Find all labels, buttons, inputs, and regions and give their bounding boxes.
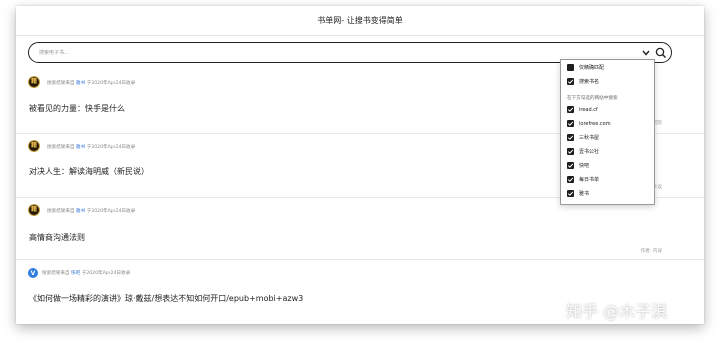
meta-prefix: 搜索结果来自 bbox=[47, 81, 75, 86]
result-title[interactable]: 被看见的力量：快手是什么 bbox=[29, 103, 125, 114]
search-title-option[interactable]: 搜索书名 bbox=[567, 78, 599, 87]
option-label: 快吧 bbox=[579, 163, 590, 169]
checkbox-checked-icon[interactable] bbox=[567, 190, 574, 197]
checkbox-checked-icon[interactable] bbox=[567, 162, 574, 169]
meta-date: 于2020年Apr24日收录 bbox=[86, 81, 136, 86]
meta-prefix: 搜索结果来自 bbox=[42, 271, 70, 276]
option-label: 壹书公社 bbox=[579, 149, 600, 155]
option-label: lorefree.com bbox=[579, 121, 611, 127]
chevron-down-icon[interactable] bbox=[641, 48, 651, 58]
source-link[interactable]: 快吧 bbox=[71, 271, 80, 276]
source-link[interactable]: 雅书 bbox=[76, 145, 85, 150]
option-label: 三秋书屋 bbox=[579, 135, 600, 141]
app-window: 书单网- 让搜书变得简单 籍 搜索结果来自 雅书 于2020年Apr24日收录 … bbox=[16, 6, 704, 324]
source-avatar: V bbox=[28, 268, 38, 278]
site-option[interactable]: 每日书单 bbox=[567, 176, 599, 185]
option-label: iread.cf bbox=[579, 107, 598, 113]
result-meta: 搜索结果来自 雅书 于2020年Apr24日收录 bbox=[47, 208, 135, 214]
option-label: 仅精确匹配 bbox=[579, 65, 605, 71]
site-option[interactable]: 雅书 bbox=[567, 190, 589, 199]
site-section-label: 在下方勾选的网站中搜索 bbox=[567, 96, 618, 101]
checkbox-checked-icon[interactable] bbox=[567, 78, 574, 85]
result-title[interactable]: 高情商沟通法则 bbox=[29, 232, 85, 243]
source-avatar: 籍 bbox=[28, 76, 40, 88]
checkbox-checked-icon[interactable] bbox=[567, 134, 574, 141]
source-avatar: 籍 bbox=[28, 204, 40, 216]
source-link[interactable]: 雅书 bbox=[76, 209, 85, 214]
page-title: 书单网- 让搜书变得简单 bbox=[16, 6, 704, 36]
checkbox-checked-icon[interactable] bbox=[567, 106, 574, 113]
watermark: 知乎 @木子淇 bbox=[566, 302, 668, 321]
result-title[interactable]: 对决人生：解读海明威（新民说） bbox=[29, 166, 149, 177]
checkbox-checked-icon[interactable] bbox=[567, 120, 574, 127]
meta-prefix: 搜索结果来自 bbox=[47, 209, 75, 214]
option-label: 雅书 bbox=[579, 191, 590, 197]
option-label: 每日书单 bbox=[579, 177, 600, 183]
search-icon[interactable] bbox=[655, 47, 667, 59]
source-link[interactable]: 雅书 bbox=[76, 81, 85, 86]
result-item[interactable]: 籍 搜索结果来自 雅书 于2020年Apr24日收录 高情商沟通法则 作者: 内… bbox=[16, 198, 704, 260]
result-meta: 搜索结果来自 雅书 于2020年Apr24日收录 bbox=[47, 80, 135, 86]
result-meta: 搜索结果来自 快吧 于2020年Apr24日收录 bbox=[42, 270, 130, 276]
site-option[interactable]: iread.cf bbox=[567, 106, 598, 115]
site-option[interactable]: 快吧 bbox=[567, 162, 589, 171]
site-option[interactable]: 壹书公社 bbox=[567, 148, 599, 157]
checkbox-checked-icon[interactable] bbox=[567, 148, 574, 155]
source-avatar: 籍 bbox=[28, 140, 40, 152]
result-author: 作者: 内详 bbox=[640, 249, 662, 254]
checkbox-checked-icon[interactable] bbox=[567, 176, 574, 183]
meta-prefix: 搜索结果来自 bbox=[47, 145, 75, 150]
site-option[interactable]: lorefree.com bbox=[567, 120, 611, 129]
meta-date: 于2020年Apr24日收录 bbox=[86, 145, 136, 150]
result-title[interactable]: 《如何做一场精彩的演讲》琼·戴兹/想表达不知如何开口/epub+mobi+azw… bbox=[29, 293, 303, 304]
filter-dropdown: 仅精确匹配 搜索书名 在下方勾选的网站中搜索 iread.cf lorefree… bbox=[560, 59, 655, 205]
result-meta: 搜索结果来自 雅书 于2020年Apr24日收录 bbox=[47, 144, 135, 150]
checkbox-unchecked[interactable] bbox=[567, 64, 574, 71]
site-option[interactable]: 三秋书屋 bbox=[567, 134, 599, 143]
option-label: 搜索书名 bbox=[579, 79, 600, 85]
search-input[interactable] bbox=[39, 47, 599, 59]
exact-match-option[interactable]: 仅精确匹配 bbox=[567, 64, 604, 73]
meta-date: 于2020年Apr24日收录 bbox=[81, 271, 131, 276]
meta-date: 于2020年Apr24日收录 bbox=[86, 209, 136, 214]
